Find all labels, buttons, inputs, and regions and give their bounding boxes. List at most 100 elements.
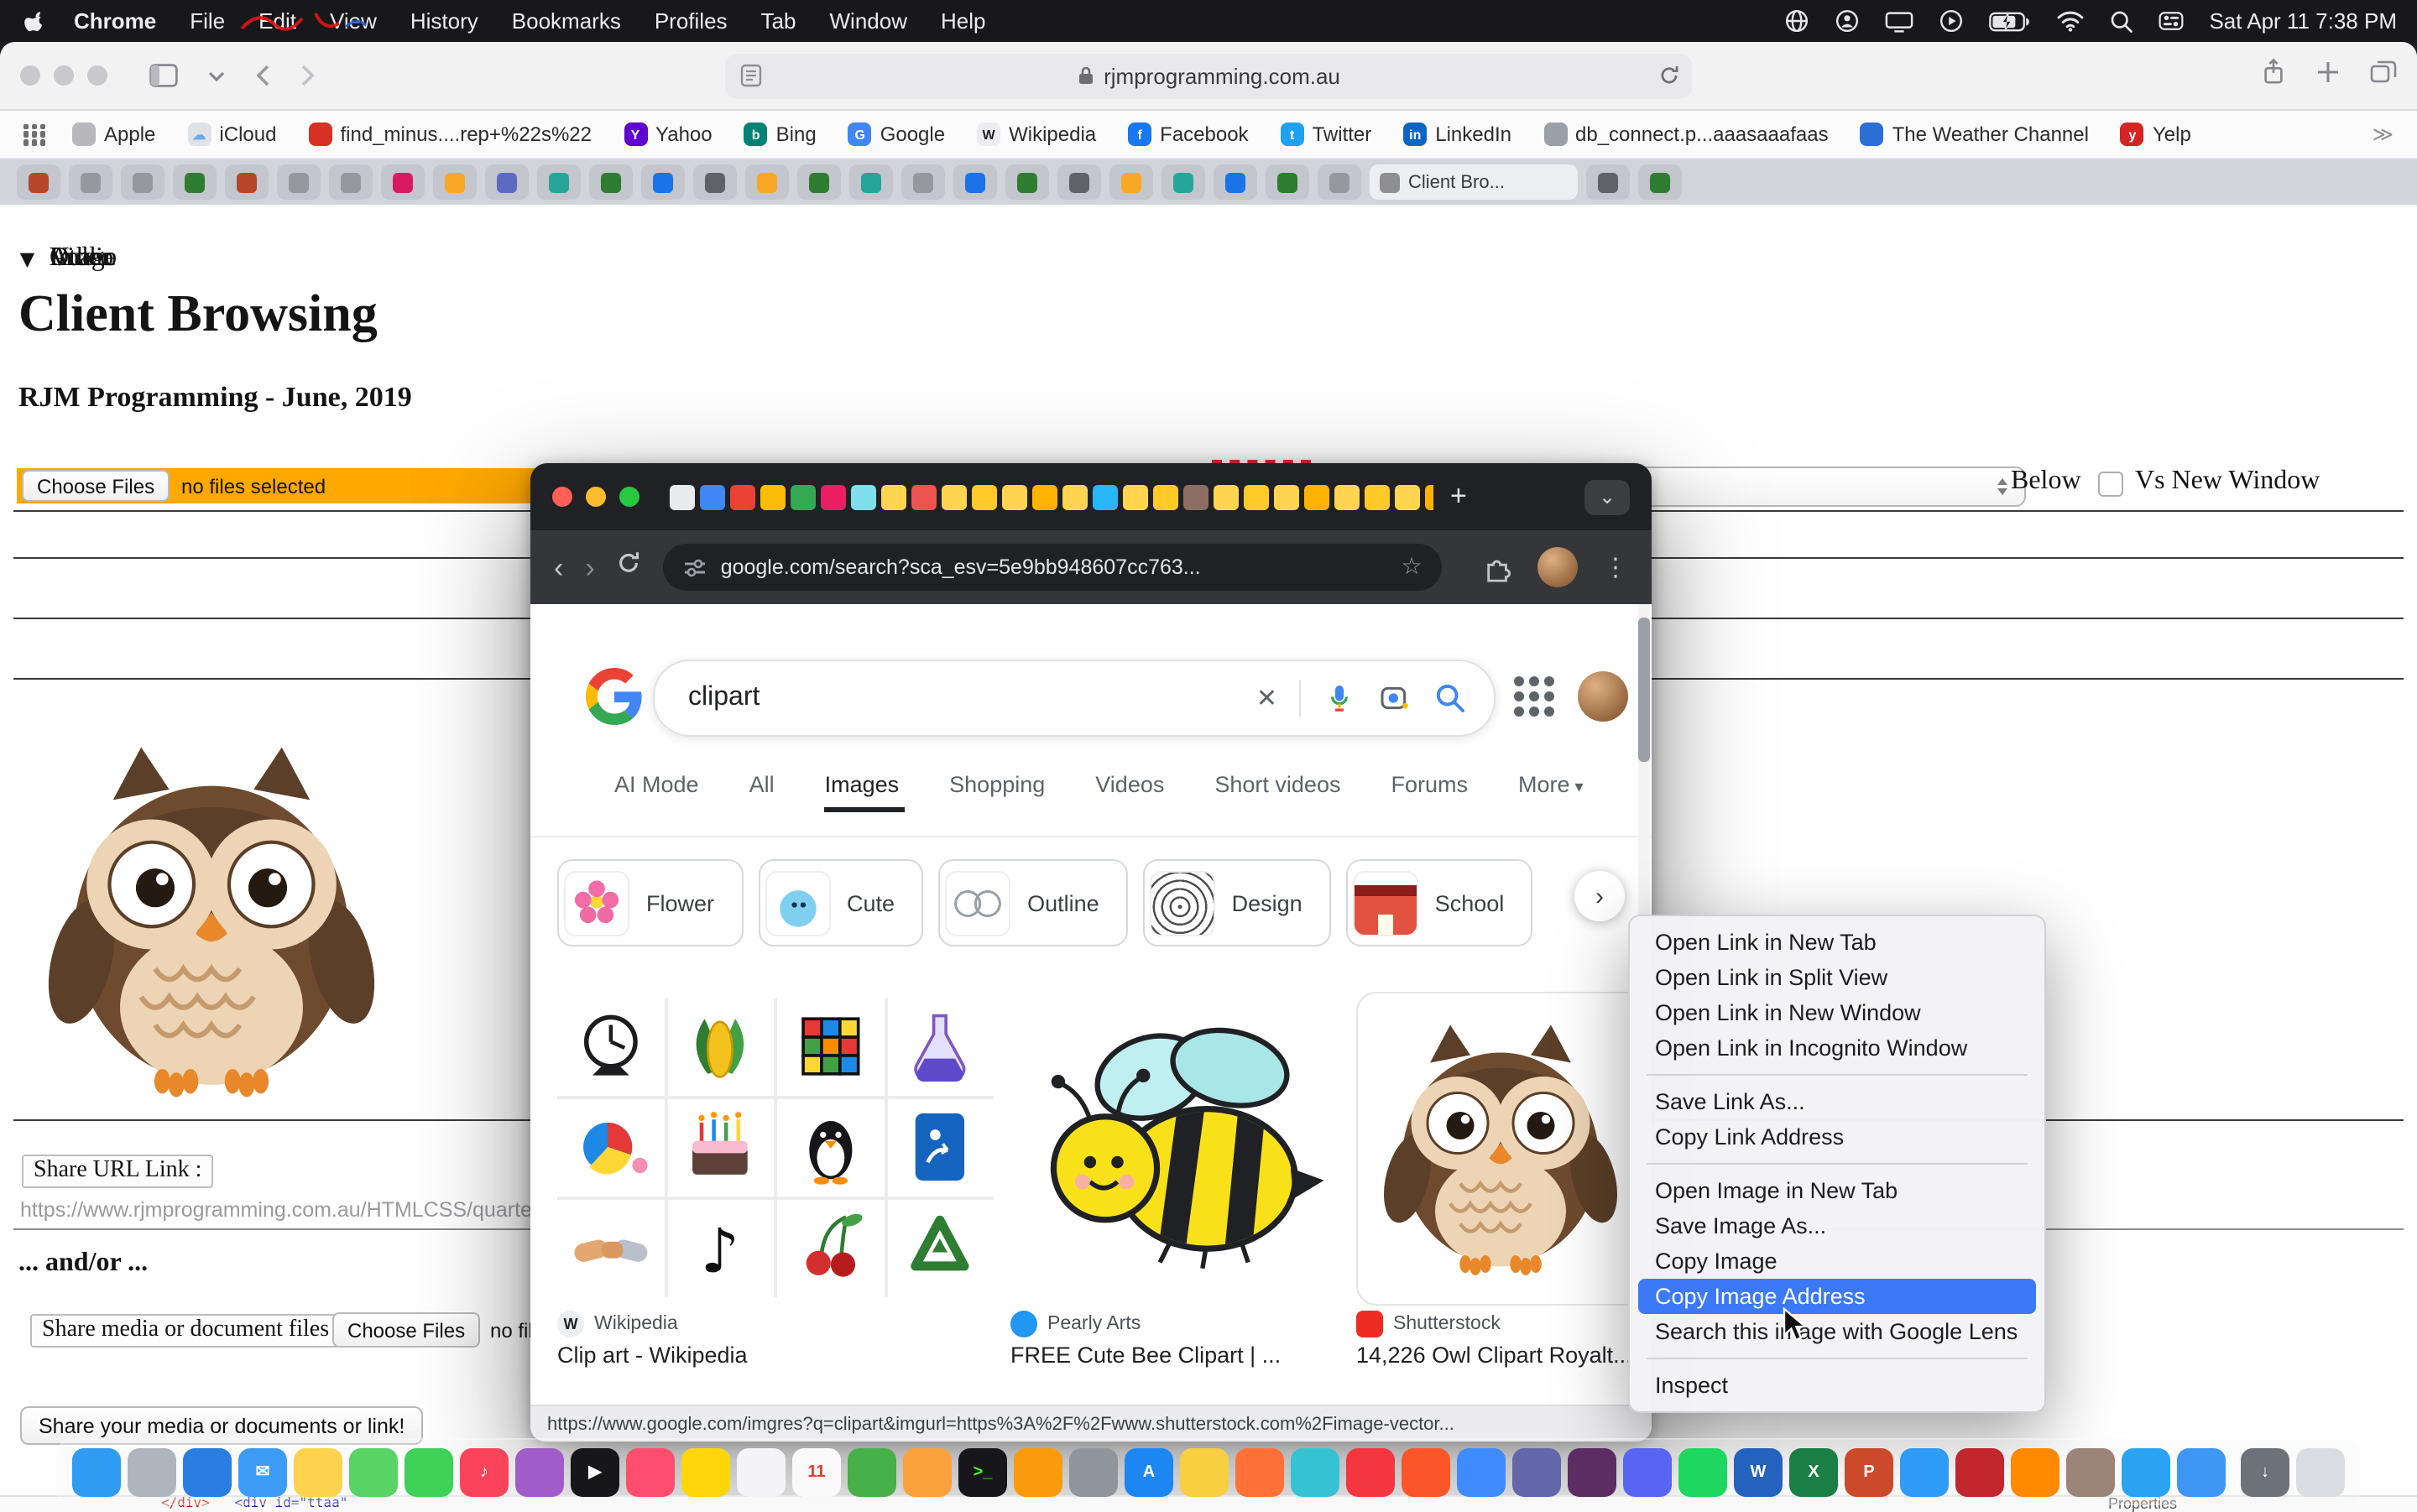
browser-tab[interactable]	[1638, 164, 1682, 200]
new-tab-icon[interactable]	[2316, 60, 2340, 91]
context-menu-item[interactable]: Save Link As...	[1638, 1084, 2036, 1119]
result-tab[interactable]: All	[749, 772, 780, 812]
popup-tab-favicon[interactable]	[881, 484, 906, 509]
popup-tab-favicon[interactable]	[1032, 484, 1057, 509]
context-menu-item[interactable]: Copy Link Address	[1638, 1119, 2036, 1155]
popup-tab-favicon[interactable]	[760, 484, 786, 509]
popup-tab-favicon[interactable]	[911, 484, 937, 509]
dock-icon[interactable]	[72, 1447, 121, 1496]
context-menu-item[interactable]: Open Link in New Window	[1638, 995, 2036, 1030]
browser-tab[interactable]	[433, 164, 477, 200]
minimize-window-button[interactable]	[586, 487, 606, 507]
favorite-item[interactable]: ☁ iCloud	[187, 123, 276, 146]
dock-icon[interactable]	[349, 1447, 398, 1496]
filter-chip[interactable]: Design	[1143, 859, 1331, 946]
popup-tab-favicon[interactable]	[1183, 484, 1208, 509]
google-logo[interactable]	[586, 668, 643, 725]
popup-address-bar[interactable]: google.com/search?sca_esv=5e9bb948607cc7…	[664, 544, 1443, 591]
popup-tab-favicon[interactable]	[791, 484, 816, 509]
bookmark-star-icon[interactable]: ☆	[1402, 554, 1423, 581]
popup-tab-favicon[interactable]	[1002, 484, 1027, 509]
dock-icon[interactable]	[1235, 1447, 1284, 1496]
dock-icon[interactable]	[1568, 1447, 1616, 1496]
wifi-icon[interactable]	[2056, 10, 2085, 32]
menu-item[interactable]: Profiles	[638, 8, 744, 34]
dock-icon[interactable]	[1457, 1447, 1506, 1496]
context-menu-item[interactable]: Copy Image	[1638, 1243, 2036, 1279]
favorite-item[interactable]: W Wikipedia	[977, 123, 1096, 146]
dock-icon[interactable]	[1069, 1447, 1118, 1496]
browser-tab[interactable]	[329, 164, 373, 200]
account-avatar[interactable]	[1578, 671, 1628, 722]
dock-icon[interactable]	[1291, 1447, 1339, 1496]
result-tab[interactable]: Videos	[1095, 772, 1169, 812]
menu-item[interactable]: Bookmarks	[495, 8, 638, 34]
dock-icon[interactable]	[1623, 1447, 1672, 1496]
popup-tab-favicon[interactable]	[1425, 484, 1433, 509]
result-tab[interactable]: AI Mode	[614, 772, 704, 812]
browser-tab[interactable]	[1586, 164, 1630, 200]
menu-item[interactable]: History	[394, 8, 495, 34]
browser-tab[interactable]	[953, 164, 997, 200]
share-icon[interactable]	[2261, 57, 2286, 94]
forward-button[interactable]	[300, 64, 316, 87]
close-window-button[interactable]	[552, 487, 572, 507]
browser-tab[interactable]	[277, 164, 321, 200]
bee-clipart-image[interactable]	[1010, 995, 1343, 1301]
reload-button[interactable]	[617, 550, 642, 584]
google-lens-icon[interactable]	[1378, 681, 1412, 715]
popup-tab-favicon[interactable]	[972, 484, 997, 509]
dock-icon[interactable]: ▶	[571, 1447, 619, 1496]
menu-item[interactable]: Chrome	[57, 8, 173, 34]
dock-icon[interactable]: 11	[792, 1447, 841, 1496]
dock-icon[interactable]	[183, 1447, 232, 1496]
popup-tab-favicon[interactable]	[1365, 484, 1390, 509]
forward-button[interactable]: ›	[585, 553, 594, 581]
search-icon[interactable]	[2110, 9, 2133, 33]
close-window-button[interactable]	[20, 65, 40, 86]
context-menu-item[interactable]: Open Link in Incognito Window	[1638, 1030, 2036, 1066]
context-menu-item[interactable]: Search this image with Google Lens	[1638, 1314, 2036, 1349]
owl-result-card[interactable]	[1356, 992, 1645, 1306]
dock-icon[interactable]	[903, 1447, 952, 1496]
filter-chip[interactable]: School	[1346, 859, 1533, 946]
context-menu-item[interactable]: Open Image in New Tab	[1638, 1173, 2036, 1208]
dock-icon[interactable]	[2296, 1447, 2345, 1496]
result-tab[interactable]: More▾	[1518, 772, 1584, 812]
browser-tab[interactable]	[69, 164, 112, 200]
browser-tab[interactable]	[121, 164, 164, 200]
vs-new-window-checkbox[interactable]	[2098, 472, 2123, 497]
context-menu-item[interactable]	[1647, 1074, 2028, 1076]
menu-item[interactable]: Help	[924, 8, 1003, 34]
voice-search-icon[interactable]	[1323, 681, 1356, 715]
favorite-item[interactable]: y Yelp	[2121, 123, 2191, 146]
tune-icon[interactable]	[684, 556, 707, 578]
favorite-item[interactable]: G Google	[848, 123, 945, 146]
tab-search-button[interactable]: ⌄	[1584, 479, 1630, 514]
dock-icon[interactable]	[1955, 1447, 2004, 1496]
tab-overview-icon[interactable]	[2370, 60, 2397, 91]
favorite-item[interactable]: in LinkedIn	[1403, 123, 1511, 146]
result-source[interactable]: WWikipedia	[557, 1311, 678, 1337]
favorite-item[interactable]: find_minus....rep+%22s%22	[308, 123, 592, 146]
dock-icon[interactable]	[1900, 1447, 1949, 1496]
choose-files-button-2[interactable]: Choose Files	[332, 1312, 480, 1348]
dock-icon[interactable]	[1180, 1447, 1229, 1496]
browser-tab[interactable]	[17, 164, 60, 200]
browser-tab[interactable]	[1162, 164, 1205, 200]
menu-clock[interactable]: Sat Apr 11 7:38 PM	[2209, 8, 2397, 34]
popup-tab-favicon[interactable]	[1214, 484, 1239, 509]
context-menu-item[interactable]: Save Image As...	[1638, 1208, 2036, 1243]
browser-tab[interactable]	[693, 164, 737, 200]
globe-icon[interactable]	[1784, 8, 1809, 34]
address-bar[interactable]: rjmprogramming.com.au	[725, 53, 1692, 98]
browser-tab[interactable]	[849, 164, 893, 200]
popup-tab-favicon[interactable]	[670, 484, 695, 509]
chips-scroll-right-button[interactable]: ›	[1574, 871, 1625, 921]
dock-icon[interactable]	[848, 1447, 896, 1496]
dock-icon[interactable]	[1402, 1447, 1450, 1496]
sidebar-icon[interactable]	[149, 64, 178, 87]
filter-chip[interactable]: Outline	[938, 859, 1128, 946]
page-settings-icon[interactable]	[740, 63, 762, 91]
dock-icon[interactable]	[515, 1447, 564, 1496]
